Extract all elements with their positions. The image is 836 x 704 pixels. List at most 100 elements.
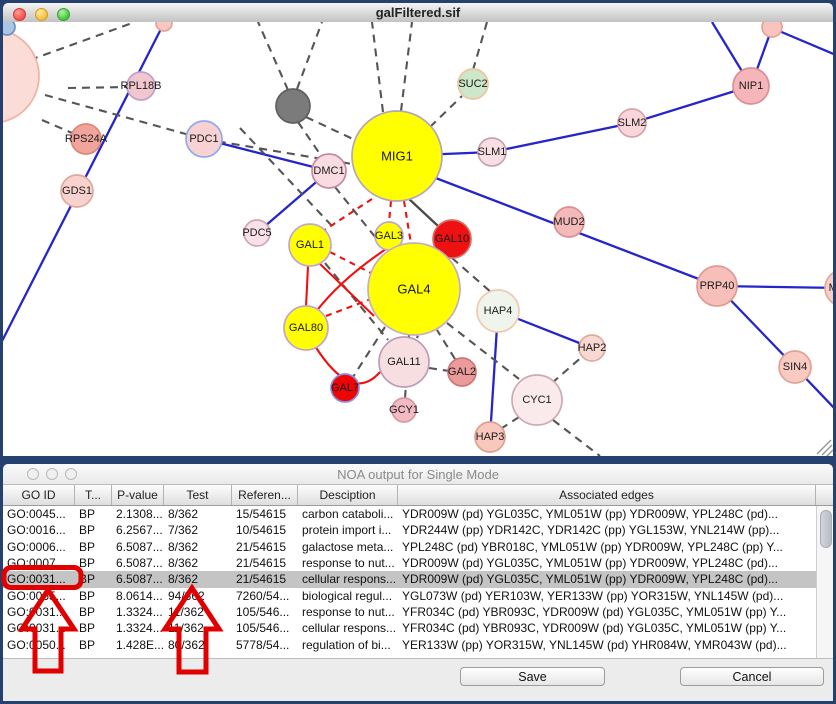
table-row[interactable]: GO:0045...BP2.1308...8/36215/54615carbon… [3, 506, 816, 522]
network-edge-dash [372, 22, 383, 112]
table-cell: GO:0045... [3, 506, 75, 522]
table-row[interactable]: GO:0050...BP1.428E...80/3625778/54...reg… [3, 637, 816, 653]
table-cell: BP [75, 604, 112, 620]
graph-window-title: galFiltered.sif [376, 5, 461, 20]
column-header-p-value[interactable]: P-value [112, 485, 164, 505]
table-row[interactable]: GO:0065...BP8.0614...94/3627260/54...bio… [3, 588, 816, 604]
network-edge-dash [298, 122, 322, 157]
column-header-desciption[interactable]: Desciption [298, 485, 398, 505]
network-node-label: MIG1 [381, 149, 413, 164]
network-node-label: GAL1 [296, 239, 324, 251]
network-node-label: SIN4 [783, 361, 807, 373]
scrollbar-thumb[interactable] [820, 510, 832, 548]
noa-window-title: NOA output for Single Mode [337, 467, 499, 482]
table-cell: 105/546... [232, 604, 298, 620]
table-cell: BP [75, 620, 112, 636]
network-node-label: SLM1 [478, 146, 507, 158]
network-node-label: GAL7 [331, 382, 359, 394]
table-cell: 6.5087... [112, 539, 164, 555]
network-edge-dash [401, 22, 412, 111]
table-header: GO IDT...P-valueTestReferen...Desciption… [3, 485, 833, 506]
table-cell: 6.5087... [112, 571, 164, 587]
cancel-button[interactable]: Cancel [680, 667, 824, 686]
close-button[interactable] [13, 8, 26, 21]
network-node-label: SUC2 [458, 78, 487, 90]
table-cell: 11/362 [164, 604, 232, 620]
table-cell: 21/54615 [232, 571, 298, 587]
column-header-t-[interactable]: T... [75, 485, 112, 505]
network-node-label: GCY1 [389, 404, 419, 416]
network-node-label: GAL3 [375, 230, 403, 242]
table-scrollbar[interactable] [816, 506, 833, 658]
table-cell: GO:0007... [3, 555, 75, 571]
table-cell: 2.1308... [112, 506, 164, 522]
network-edge-dash [30, 22, 135, 60]
table-cell: BP [75, 522, 112, 538]
table-cell: 8/362 [164, 571, 232, 587]
table-cell: galactose meta... [298, 539, 398, 555]
table-cell: carbon cataboli... [298, 506, 398, 522]
network-node-label: GAL80 [289, 322, 323, 334]
column-header-test[interactable]: Test [164, 485, 232, 505]
noa-window: NOA output for Single Mode GO IDT...P-va… [3, 464, 833, 701]
table-cell: response to nut... [298, 555, 398, 571]
table-row[interactable]: GO:0016...BP6.2567...7/36210/54615protei… [3, 522, 816, 538]
network-edge-pp [204, 139, 329, 171]
column-header-referen-[interactable]: Referen... [232, 485, 298, 505]
network-node-label: GAL2 [448, 366, 476, 378]
table-cell: 7260/54... [232, 588, 298, 604]
network-node-unlabeled[interactable] [156, 22, 172, 31]
table-cell: 7/362 [164, 522, 232, 538]
column-header-go-id[interactable]: GO ID [3, 485, 75, 505]
table-cell: GO:0031... [3, 604, 75, 620]
minimize-button[interactable] [35, 8, 48, 21]
network-node-label: GDS1 [62, 185, 92, 197]
close-button-inactive[interactable] [27, 468, 39, 480]
table-row[interactable]: GO:0031...BP6.5087...8/36221/54615cellul… [3, 571, 816, 587]
button-panel: Save Cancel [3, 658, 833, 701]
noa-window-titlebar[interactable]: NOA output for Single Mode [3, 464, 833, 485]
table-row[interactable]: GO:0007...BP6.5087...8/36221/54615respon… [3, 555, 816, 571]
network-node-unlabeled[interactable] [276, 89, 310, 123]
table-cell: biological regul... [298, 588, 398, 604]
table-cell: YFR034C (pd) YBR093C, YDR009W (pd) YGL03… [398, 604, 816, 620]
network-node-unlabeled[interactable] [762, 22, 782, 37]
table-row[interactable]: GO:0031...BP1.3324...11/362105/546...res… [3, 604, 816, 620]
minimize-button-inactive[interactable] [46, 468, 58, 480]
table-cell: 8.0614... [112, 588, 164, 604]
network-edge-dash [473, 22, 487, 70]
noa-window-controls [27, 468, 77, 480]
table-cell: GO:0031... [3, 620, 75, 636]
table-cell: 8/362 [164, 539, 232, 555]
network-node-label: SLM2 [618, 117, 647, 129]
network-canvas[interactable]: RPL18BRPS24AGDS1PDC1DMC1MIG1SUC2SLM1SLM2… [3, 22, 833, 456]
graph-window-titlebar[interactable]: galFiltered.sif [3, 3, 833, 23]
network-node-unlabeled[interactable] [3, 29, 39, 123]
table-cell: BP [75, 571, 112, 587]
network-edge-red [318, 262, 374, 316]
table-cell: 5778/54... [232, 637, 298, 653]
network-node-label: DMC1 [313, 165, 344, 177]
table-cell: 11/362 [164, 620, 232, 636]
network-node-unlabeled[interactable] [3, 22, 15, 35]
network-edge-reddash [320, 199, 372, 233]
column-header-associated-edges[interactable]: Associated edges [398, 485, 816, 505]
network-node-label: CYC1 [522, 394, 551, 406]
network-node-label: HAP2 [578, 342, 607, 354]
zoom-button[interactable] [57, 8, 70, 21]
network-node-label: NIP1 [739, 80, 763, 92]
table-row[interactable]: GO:0006...BP6.5087...8/36221/54615galact… [3, 539, 816, 555]
save-button[interactable]: Save [460, 667, 605, 686]
table-row[interactable]: GO:0031...BP1.3324...11/362105/546...cel… [3, 620, 816, 636]
network-edge-dash [430, 96, 462, 127]
zoom-button-inactive[interactable] [65, 468, 77, 480]
table-cell: BP [75, 637, 112, 653]
table-cell: 105/546... [232, 620, 298, 636]
table-cell: 1.3324... [112, 620, 164, 636]
network-node-label: GAL10 [435, 233, 469, 245]
network-node-label: RPL18B [121, 80, 162, 92]
table-body: GO:0045...BP2.1308...8/36215/54615carbon… [3, 506, 816, 658]
table-cell: 10/54615 [232, 522, 298, 538]
table-cell: 94/362 [164, 588, 232, 604]
network-edge-pp [492, 123, 632, 152]
